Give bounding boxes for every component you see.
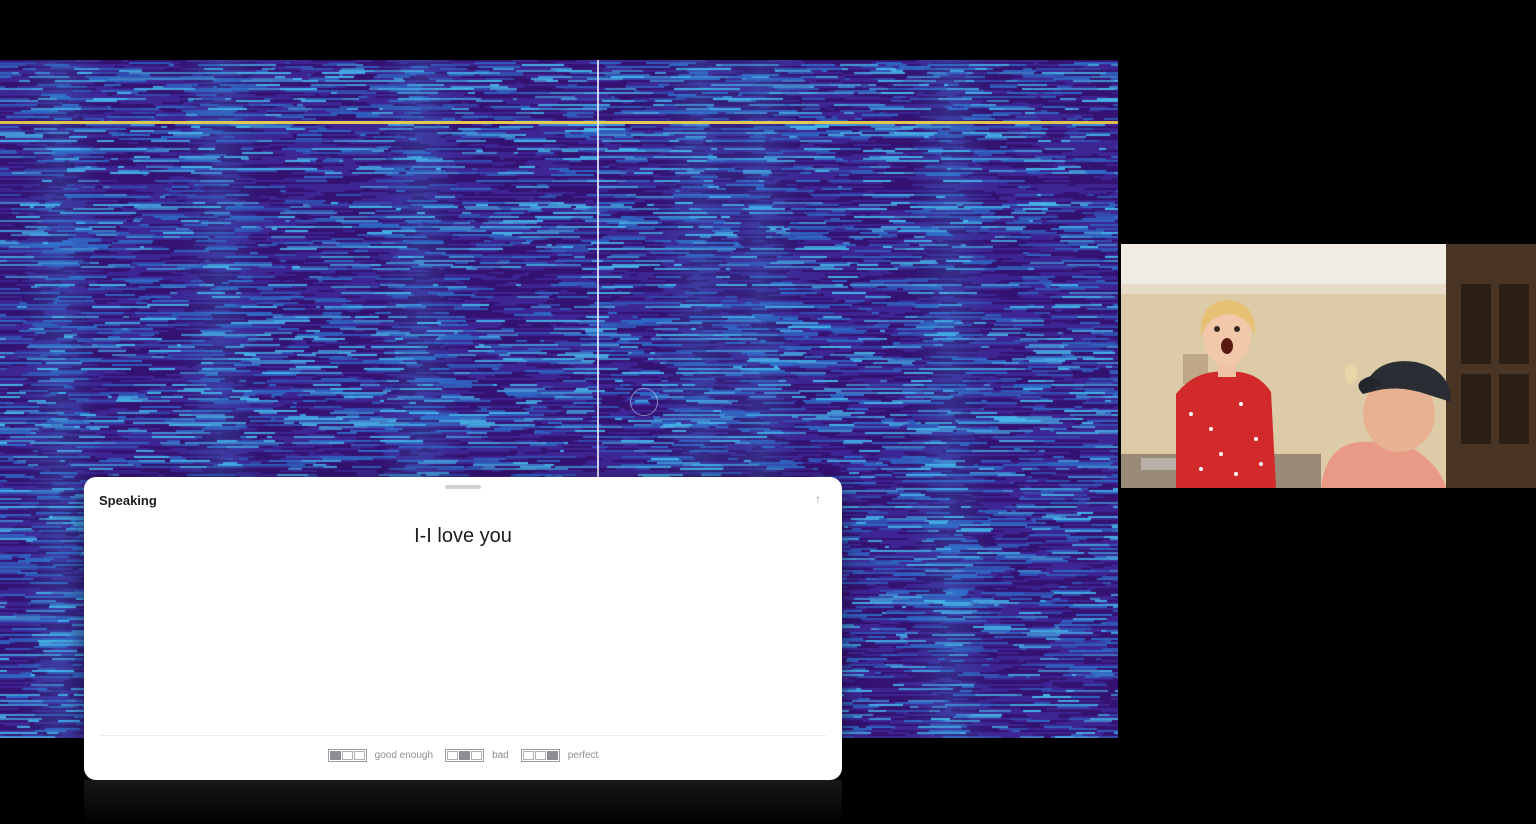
rating-label: good enough	[374, 750, 434, 761]
panel-reflection	[84, 780, 842, 824]
frequency-marker-line	[0, 121, 1118, 124]
rating-level-3-icon	[520, 749, 560, 762]
screen: Speaking ↑ I-I love you good enough bad …	[0, 0, 1536, 824]
panel-divider	[100, 735, 826, 736]
panel-drag-handle[interactable]	[445, 485, 481, 489]
rating-bad-button[interactable]: bad	[445, 749, 509, 762]
rating-perfect-button[interactable]: perfect	[520, 749, 599, 762]
panel-title: Speaking	[99, 493, 157, 508]
rating-level-1-icon	[327, 749, 367, 762]
rating-label: bad	[492, 750, 509, 761]
rating-label: perfect	[567, 750, 599, 761]
rating-level-2-icon	[445, 749, 485, 762]
arrow-up-icon[interactable]: ↑	[810, 491, 826, 507]
transcript-text: I-I love you	[414, 525, 512, 547]
video-people-image	[1121, 244, 1536, 488]
rating-good-enough-button[interactable]: good enough	[327, 749, 434, 762]
speaking-panel: Speaking ↑ I-I love you good enough bad …	[84, 477, 842, 780]
video-feed	[1121, 244, 1536, 488]
cursor-circle-icon	[630, 388, 658, 416]
rating-bar: good enough bad perfect	[84, 749, 842, 762]
